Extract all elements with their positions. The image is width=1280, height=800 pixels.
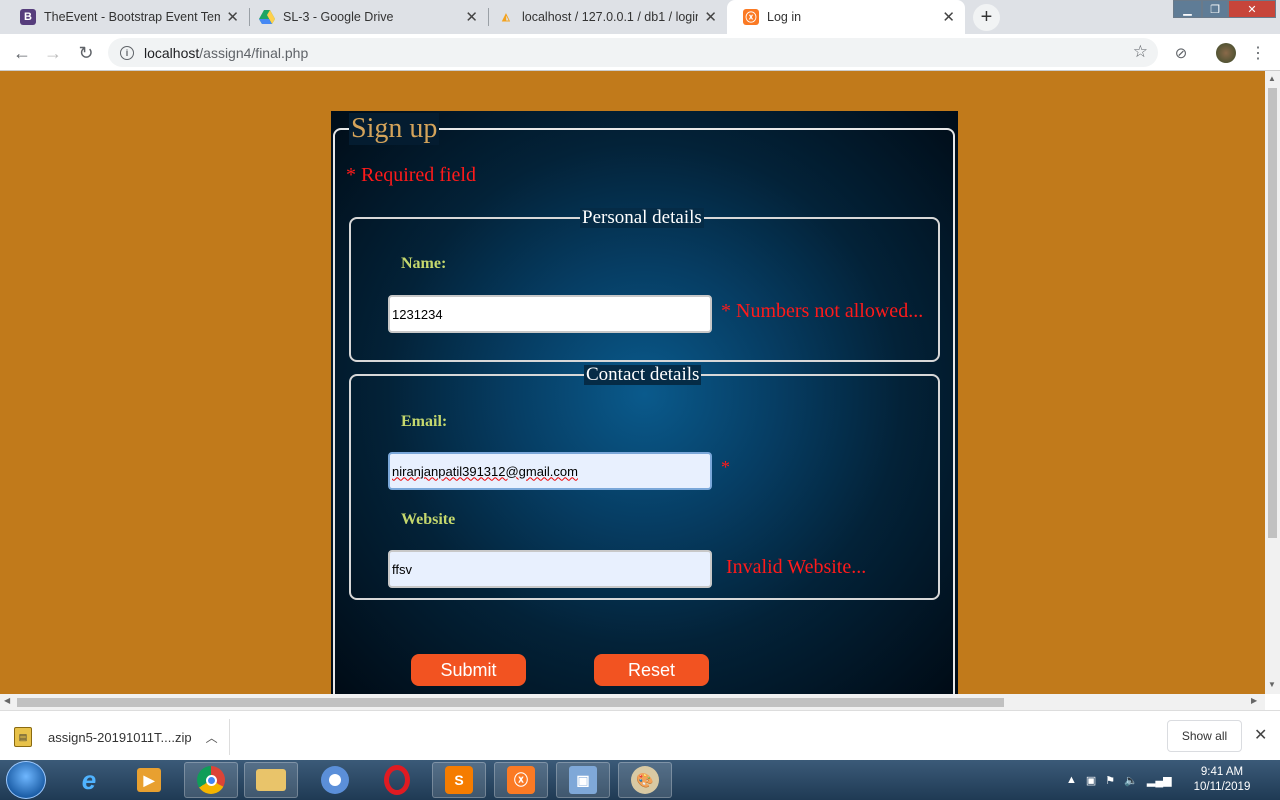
profile-avatar[interactable]: [1214, 41, 1238, 65]
volume-muted-icon[interactable]: 🔈: [1124, 774, 1138, 787]
bootstrap-icon: B: [20, 9, 36, 25]
contact-details-legend: Contact details: [584, 364, 702, 385]
url-path: /assign4/final.php: [199, 44, 309, 61]
page-viewport: Sign up * Required field Personal detail…: [0, 71, 1265, 694]
network-device-icon[interactable]: ▣: [1086, 774, 1096, 787]
back-button[interactable]: ←: [10, 41, 34, 65]
horizontal-scrollbar[interactable]: ◀ ▶: [0, 694, 1265, 710]
menu-icon[interactable]: ⋮: [1246, 41, 1270, 65]
internet-explorer-icon[interactable]: e: [62, 762, 116, 798]
close-icon[interactable]: ✕: [942, 8, 955, 26]
windows-taskbar: e ▶ S ⓧ ▣ 🎨 ▲ ▣ ⚑ 🔈 ▂▄▆ 9:41 AM 10/11/20…: [0, 760, 1280, 800]
website-label: Website: [401, 511, 456, 528]
website-error: Invalid Website...: [726, 556, 867, 578]
signup-panel: Sign up * Required field Personal detail…: [331, 111, 958, 694]
name-error: * Numbers not allowed...: [721, 300, 924, 322]
email-label: Email:: [401, 413, 448, 430]
maximize-button[interactable]: ❐: [1202, 0, 1228, 18]
xampp-icon[interactable]: ⓧ: [494, 762, 548, 798]
tab-title: localhost / 127.0.0.1 / db1 / login: [522, 10, 699, 24]
tab-theevent[interactable]: B TheEvent - Bootstrap Event Temp ✕: [4, 0, 249, 34]
start-button[interactable]: [6, 761, 46, 799]
xampp-icon: ⓧ: [743, 9, 759, 25]
clock-date: 10/11/2019: [1193, 781, 1251, 793]
address-bar[interactable]: i localhost/assign4/final.php ☆: [108, 38, 1158, 67]
vertical-scroll-thumb[interactable]: [1268, 88, 1277, 538]
email-input-value: niranjanpatil391312@gmail.com: [392, 463, 578, 479]
chromium-icon[interactable]: [308, 762, 362, 798]
horizontal-scroll-thumb[interactable]: [17, 698, 1004, 707]
forward-button[interactable]: →: [41, 41, 65, 65]
bookmark-star-icon[interactable]: ☆: [1133, 42, 1148, 62]
download-item[interactable]: ▤ assign5-20191011T....zip ︿: [14, 719, 230, 755]
required-note: * Required field: [346, 164, 476, 186]
website-input-value: ffsv: [392, 561, 412, 577]
personal-details-legend: Personal details: [580, 207, 704, 228]
opera-icon[interactable]: [370, 762, 424, 798]
tab-log-in[interactable]: ⓧ Log in ✕: [727, 0, 965, 34]
clock-time: 9:41 AM: [1200, 766, 1244, 778]
reset-button[interactable]: Reset: [594, 654, 709, 686]
system-clock[interactable]: 9:41 AM 10/11/2019: [1186, 765, 1258, 795]
scroll-right-arrow-icon[interactable]: ▶: [1251, 696, 1257, 705]
close-window-button[interactable]: ✕: [1228, 0, 1276, 18]
tab-title: SL-3 - Google Drive: [283, 10, 394, 24]
show-hidden-icons-icon[interactable]: ▲: [1066, 774, 1077, 786]
personal-details-fieldset: Personal details: [349, 208, 940, 362]
url-host: localhost: [144, 44, 200, 61]
tab-title: TheEvent - Bootstrap Event Temp: [44, 10, 221, 24]
name-input-value: 1231234: [392, 306, 443, 322]
virtualbox-icon[interactable]: ▣: [556, 762, 610, 798]
phpmyadmin-icon: ◭: [502, 11, 510, 23]
media-player-icon[interactable]: ▶: [122, 762, 176, 798]
security-alert-icon[interactable]: ⚑: [1105, 774, 1115, 787]
minimize-button[interactable]: ▁: [1173, 0, 1202, 18]
info-icon[interactable]: i: [120, 45, 134, 60]
scroll-up-arrow-icon[interactable]: ▲: [1268, 74, 1276, 83]
zip-file-icon: ▤: [14, 727, 32, 747]
name-input[interactable]: 1231234: [388, 295, 712, 333]
reload-button[interactable]: ↻: [74, 41, 98, 65]
chevron-up-icon[interactable]: ︿: [206, 729, 218, 746]
tab-google-drive[interactable]: SL-3 - Google Drive ✕: [243, 0, 488, 34]
tab-phpmyadmin[interactable]: ◭ localhost / 127.0.0.1 / db1 / login ✕: [482, 0, 727, 34]
close-icon[interactable]: ✕: [1254, 725, 1267, 745]
submit-button[interactable]: Submit: [411, 654, 526, 686]
file-explorer-icon[interactable]: [244, 762, 298, 798]
browser-toolbar: ← → ↻ i localhost/assign4/final.php ☆ ⊘ …: [0, 34, 1280, 71]
new-tab-button[interactable]: +: [973, 4, 1000, 31]
vertical-scrollbar[interactable]: ▲ ▼: [1265, 71, 1280, 694]
form-title: Sign up: [349, 113, 440, 145]
close-icon[interactable]: ✕: [465, 8, 478, 26]
scroll-down-arrow-icon[interactable]: ▼: [1268, 680, 1276, 689]
scroll-left-arrow-icon[interactable]: ◀: [4, 696, 10, 705]
google-drive-icon: [259, 9, 275, 25]
tab-strip: B TheEvent - Bootstrap Event Temp ✕ SL-3…: [0, 0, 1280, 34]
close-icon[interactable]: ✕: [226, 8, 239, 26]
show-all-button[interactable]: Show all: [1167, 720, 1242, 752]
download-bar: ▤ assign5-20191011T....zip ︿ Show all ✕: [0, 710, 1280, 760]
name-label: Name:: [401, 255, 447, 272]
sublime-text-icon[interactable]: S: [432, 762, 486, 798]
close-icon[interactable]: ✕: [704, 8, 717, 26]
website-input[interactable]: ffsv: [388, 550, 712, 588]
email-required-mark: *: [721, 457, 730, 477]
download-filename: assign5-20191011T....zip: [48, 729, 192, 745]
signal-strength-icon[interactable]: ▂▄▆: [1147, 774, 1172, 787]
chrome-icon[interactable]: [184, 762, 238, 798]
tab-title: Log in: [767, 10, 802, 24]
paint-icon[interactable]: 🎨: [618, 762, 672, 798]
email-input[interactable]: niranjanpatil391312@gmail.com: [388, 452, 712, 490]
extension-icon[interactable]: ⊘: [1169, 41, 1193, 65]
system-tray: ▲ ▣ ⚑ 🔈 ▂▄▆: [1066, 760, 1181, 800]
